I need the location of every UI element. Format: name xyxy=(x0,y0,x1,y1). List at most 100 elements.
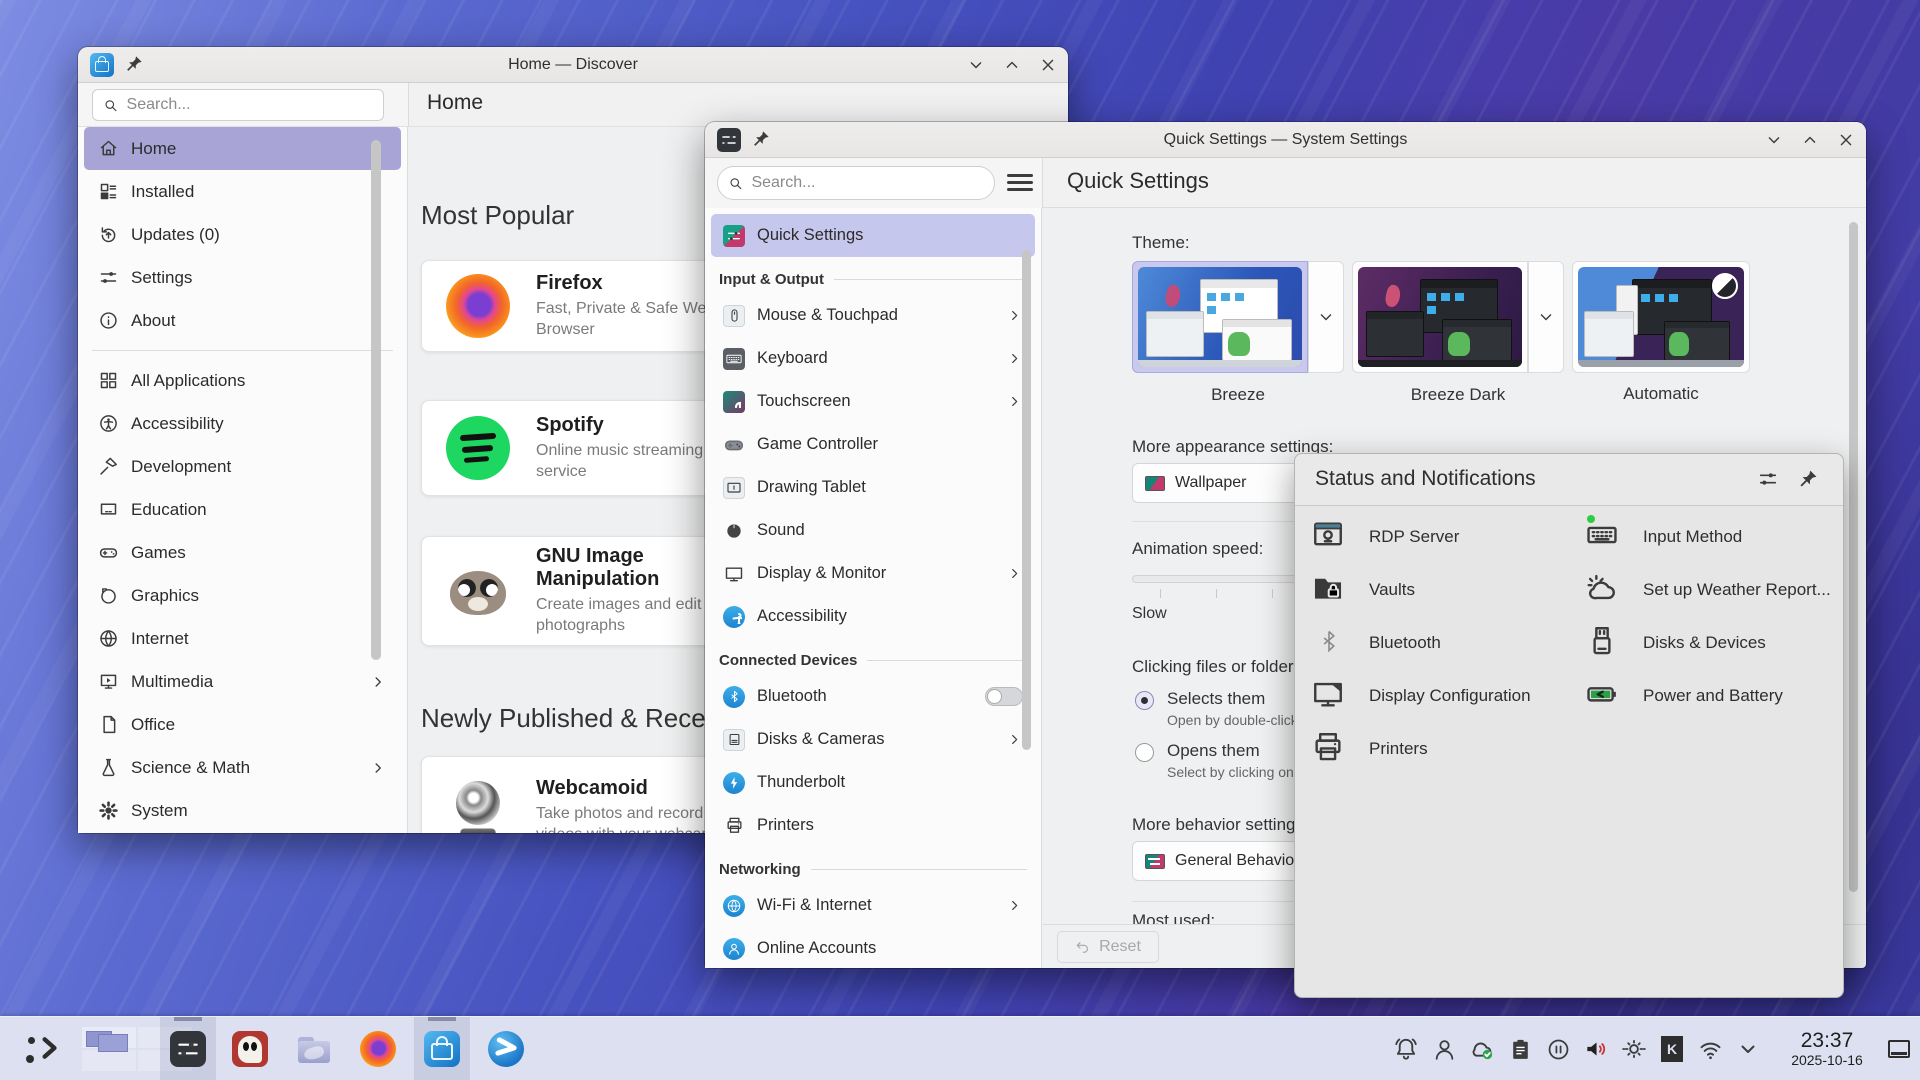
sidebar-item-updates[interactable]: Updates (0) xyxy=(84,213,401,256)
settings-scrollbar[interactable] xyxy=(1849,222,1858,892)
taskbar-app-discover[interactable] xyxy=(414,1017,470,1080)
sidebar-item-touchscreen[interactable]: Touchscreen xyxy=(711,380,1035,423)
sidebar-item-installed[interactable]: Installed xyxy=(84,170,401,213)
section-heading-most-popular: Most Popular xyxy=(421,200,574,231)
sidebar-item-drawing-tablet[interactable]: Drawing Tablet xyxy=(711,466,1035,509)
theme-card-breeze-dark[interactable] xyxy=(1352,261,1528,373)
radio-opens-them[interactable] xyxy=(1135,743,1154,762)
popup-item-printers[interactable]: Printers xyxy=(1311,728,1428,770)
settings-search-input[interactable] xyxy=(751,174,984,192)
tray-volume-icon[interactable] xyxy=(1578,1017,1614,1080)
chevron-right-icon xyxy=(1006,565,1023,582)
tray-notifications-icon[interactable] xyxy=(1388,1017,1424,1080)
maximize-icon[interactable] xyxy=(1002,55,1022,75)
pin-icon[interactable] xyxy=(1797,468,1819,495)
sidebar-item-disks-cameras[interactable]: Disks & Cameras xyxy=(711,718,1035,761)
sidebar-item-accessibility[interactable]: Accessibility xyxy=(711,595,1035,638)
sidebar-item-games[interactable]: Games xyxy=(84,531,401,574)
discover-search[interactable] xyxy=(92,89,384,121)
sidebar-item-wifi-internet[interactable]: Wi-Fi & Internet xyxy=(711,884,1035,927)
taskbar-app-dolphin[interactable] xyxy=(286,1017,342,1080)
minimize-icon[interactable] xyxy=(1764,130,1784,150)
theme-card-automatic[interactable] xyxy=(1572,261,1750,373)
sidebar-item-settings[interactable]: Settings xyxy=(84,256,401,299)
sidebar-item-display-monitor[interactable]: Display & Monitor xyxy=(711,552,1035,595)
sidebar-item-education[interactable]: Education xyxy=(84,488,401,531)
sidebar-item-keyboard[interactable]: Keyboard xyxy=(711,337,1035,380)
sidebar-item-home[interactable]: Home xyxy=(84,127,401,170)
taskbar-app-firefox[interactable] xyxy=(350,1017,406,1080)
tray-keyboard-layout-icon[interactable]: K xyxy=(1654,1017,1690,1080)
settings-sidebar: Quick Settings Input & Output Mouse & To… xyxy=(705,208,1042,968)
configure-icon[interactable] xyxy=(1757,468,1779,495)
breeze-options-button[interactable] xyxy=(1308,261,1344,373)
sidebar-item-internet[interactable]: Internet xyxy=(84,617,401,660)
discover-icon xyxy=(424,1031,460,1067)
settings-sidebar-scrollbar[interactable] xyxy=(1022,250,1031,750)
sidebar-item-printers[interactable]: Printers xyxy=(711,804,1035,847)
tray-clipboard-icon[interactable] xyxy=(1502,1017,1538,1080)
discover-titlebar[interactable]: Home — Discover xyxy=(78,47,1068,83)
sidebar-item-system[interactable]: System xyxy=(84,789,401,832)
launcher-icon xyxy=(36,1035,62,1061)
sidebar-item-game-controller[interactable]: Game Controller xyxy=(711,423,1035,466)
taskbar-app-system-settings[interactable] xyxy=(160,1017,216,1080)
sound-icon xyxy=(723,520,745,542)
sidebar-item-sound[interactable]: Sound xyxy=(711,509,1035,552)
power-battery-icon xyxy=(1585,677,1619,716)
radio-selects-label[interactable]: Selects them xyxy=(1167,689,1265,709)
discover-search-input[interactable] xyxy=(127,96,373,114)
sidebar-item-science-math[interactable]: Science & Math xyxy=(84,746,401,789)
sidebar-item-bluetooth[interactable]: Bluetooth xyxy=(711,675,1035,718)
theme-name-breeze-dark: Breeze Dark xyxy=(1352,385,1564,405)
popup-item-weather[interactable]: Set up Weather Report... xyxy=(1585,569,1831,611)
minimize-icon[interactable] xyxy=(966,55,986,75)
clock-widget[interactable]: 23:37 2025-10-16 xyxy=(1772,1017,1882,1080)
close-icon[interactable] xyxy=(1038,55,1058,75)
tray-night-light-icon[interactable] xyxy=(1616,1017,1652,1080)
peek-desktop-button[interactable] xyxy=(1884,1017,1914,1080)
bluetooth-toggle[interactable] xyxy=(985,687,1023,706)
sidebar-item-online-accounts[interactable]: Online Accounts xyxy=(711,927,1035,968)
hamburger-menu-icon[interactable] xyxy=(1007,174,1033,192)
tray-wifi-icon[interactable] xyxy=(1692,1017,1728,1080)
tray-cloud-sync-icon[interactable] xyxy=(1464,1017,1500,1080)
sidebar-item-office[interactable]: Office xyxy=(84,703,401,746)
sidebar-item-quick-settings[interactable]: Quick Settings xyxy=(711,214,1035,257)
tray-user-icon[interactable] xyxy=(1426,1017,1462,1080)
taskbar-app-ghostwriter[interactable] xyxy=(222,1017,278,1080)
breeze-dark-options-button[interactable] xyxy=(1528,261,1564,373)
sidebar-item-multimedia[interactable]: Multimedia xyxy=(84,660,401,703)
theme-card-breeze[interactable] xyxy=(1132,261,1308,373)
popup-item-rdp-server[interactable]: RDP Server xyxy=(1311,516,1459,558)
taskbar-app-falkon[interactable] xyxy=(478,1017,534,1080)
sidebar-item-graphics[interactable]: Graphics xyxy=(84,574,401,617)
sidebar-item-development[interactable]: Development xyxy=(84,445,401,488)
app-launcher-button[interactable] xyxy=(16,1017,72,1080)
reset-button[interactable]: Reset xyxy=(1057,931,1159,963)
popup-item-bluetooth[interactable]: Bluetooth xyxy=(1311,622,1441,664)
tray-media-pause-icon[interactable] xyxy=(1540,1017,1576,1080)
science-icon xyxy=(98,757,119,778)
tray-expand-icon[interactable] xyxy=(1730,1017,1766,1080)
sidebar-item-thunderbolt[interactable]: Thunderbolt xyxy=(711,761,1035,804)
popup-item-display-configuration[interactable]: Display Configuration xyxy=(1311,675,1531,717)
sidebar-item-mouse-touchpad[interactable]: Mouse & Touchpad xyxy=(711,294,1035,337)
maximize-icon[interactable] xyxy=(1800,130,1820,150)
firefox-icon xyxy=(360,1031,396,1067)
close-icon[interactable] xyxy=(1836,130,1856,150)
popup-item-vaults[interactable]: Vaults xyxy=(1311,569,1415,611)
radio-selects-them[interactable] xyxy=(1135,691,1154,710)
radio-opens-label[interactable]: Opens them xyxy=(1167,741,1260,761)
sidebar-item-about[interactable]: About xyxy=(84,299,401,342)
auto-theme-badge xyxy=(1712,273,1738,299)
settings-titlebar[interactable]: Quick Settings — System Settings xyxy=(705,122,1866,158)
settings-search[interactable] xyxy=(717,166,995,200)
sidebar-item-accessibility[interactable]: Accessibility xyxy=(84,402,401,445)
sidebar-item-all-applications[interactable]: All Applications xyxy=(84,359,401,402)
multimedia-icon xyxy=(98,671,119,692)
popup-item-disks-devices[interactable]: Disks & Devices xyxy=(1585,622,1766,664)
popup-item-input-method[interactable]: Input Method xyxy=(1585,516,1742,558)
discover-sidebar-scrollbar[interactable] xyxy=(371,140,381,660)
popup-item-power-battery[interactable]: Power and Battery xyxy=(1585,675,1783,717)
